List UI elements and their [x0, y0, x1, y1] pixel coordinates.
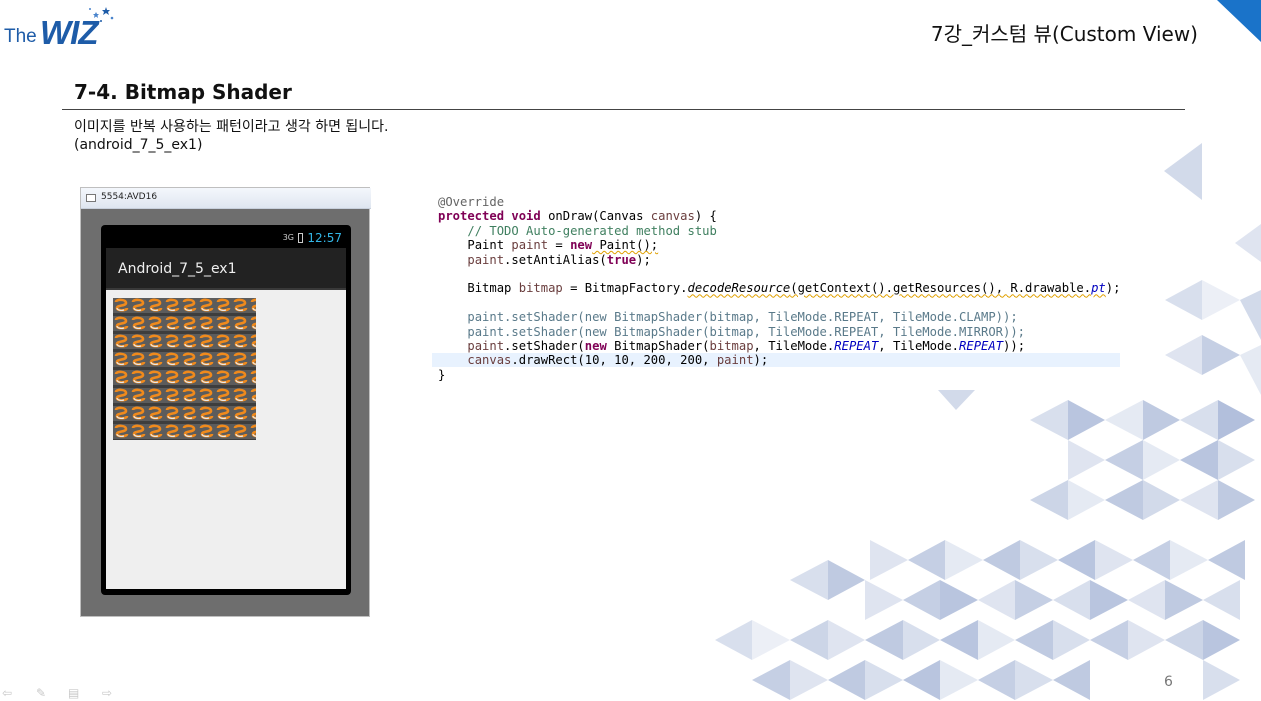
code-line: Paint paint = new Paint();: [467, 238, 659, 253]
android-emulator-window: 5554:AVD16 3G 12:57 Android_7_5_ex1: [80, 187, 371, 617]
code-line: canvas.drawRect(10, 10, 200, 200, paint)…: [467, 353, 769, 368]
code-line: paint.setAntiAlias(true);: [467, 252, 651, 267]
section-description: 이미지를 반복 사용하는 패턴이라고 생각 하면 됩니다. (android_7…: [74, 118, 389, 154]
code-line: protected void onDraw(Canvas canvas) {: [438, 209, 717, 224]
menu-icon[interactable]: ▤: [68, 686, 79, 700]
page-number: 6: [1164, 674, 1173, 690]
code-line: }: [438, 367, 446, 382]
battery-icon: [298, 233, 303, 243]
code-line: paint.setShader(new BitmapShader(bitmap,…: [467, 338, 1026, 353]
code-line: Bitmap bitmap = BitmapFactory.decodeReso…: [467, 281, 1121, 296]
logo-stars-icon: [89, 7, 114, 22]
section-title: 7-4. Bitmap Shader: [74, 80, 292, 104]
pen-icon[interactable]: ✎: [36, 686, 46, 700]
code-line: // TODO Auto-generated method stub: [467, 223, 717, 238]
app-action-bar: Android_7_5_ex1: [106, 248, 346, 290]
app-content-area: [106, 290, 346, 589]
app-title: Android_7_5_ex1: [118, 261, 237, 277]
device-screen: 3G 12:57 Android_7_5_ex1: [101, 225, 351, 595]
example-name: (android_7_5_ex1): [74, 137, 203, 153]
code-snippet: @Override protected void onDraw(Canvas ca…: [438, 195, 1120, 382]
thewiz-logo: The WIZ: [4, 6, 114, 51]
emulator-titlebar: 5554:AVD16: [81, 188, 371, 209]
status-clock: 12:57: [307, 231, 342, 245]
next-slide-icon[interactable]: ⇨: [102, 686, 112, 700]
chapter-title: 7강_커스텀 뷰(Custom View): [930, 22, 1198, 46]
code-line: paint.setShader(new BitmapShader(bitmap,…: [467, 324, 1026, 339]
emulator-window-title: 5554:AVD16: [101, 192, 158, 202]
code-line: paint.setShader(new BitmapShader(bitmap,…: [467, 310, 1018, 325]
signal-3g-icon: 3G: [282, 233, 294, 242]
slideshow-nav: ⇦ ✎ ▤ ⇨: [0, 686, 130, 700]
corner-triangle-decoration: [1217, 0, 1261, 42]
logo-the-text: The: [4, 26, 37, 47]
bitmap-shader-tiled-pattern: [113, 298, 256, 440]
status-bar: 3G 12:57: [106, 228, 346, 248]
prev-slide-icon[interactable]: ⇦: [2, 686, 12, 700]
emulator-window-icon: [86, 194, 96, 202]
description-line: 이미지를 반복 사용하는 패턴이라고 생각 하면 됩니다.: [74, 119, 389, 135]
code-line: @Override: [438, 195, 505, 209]
section-divider: [62, 109, 1185, 110]
